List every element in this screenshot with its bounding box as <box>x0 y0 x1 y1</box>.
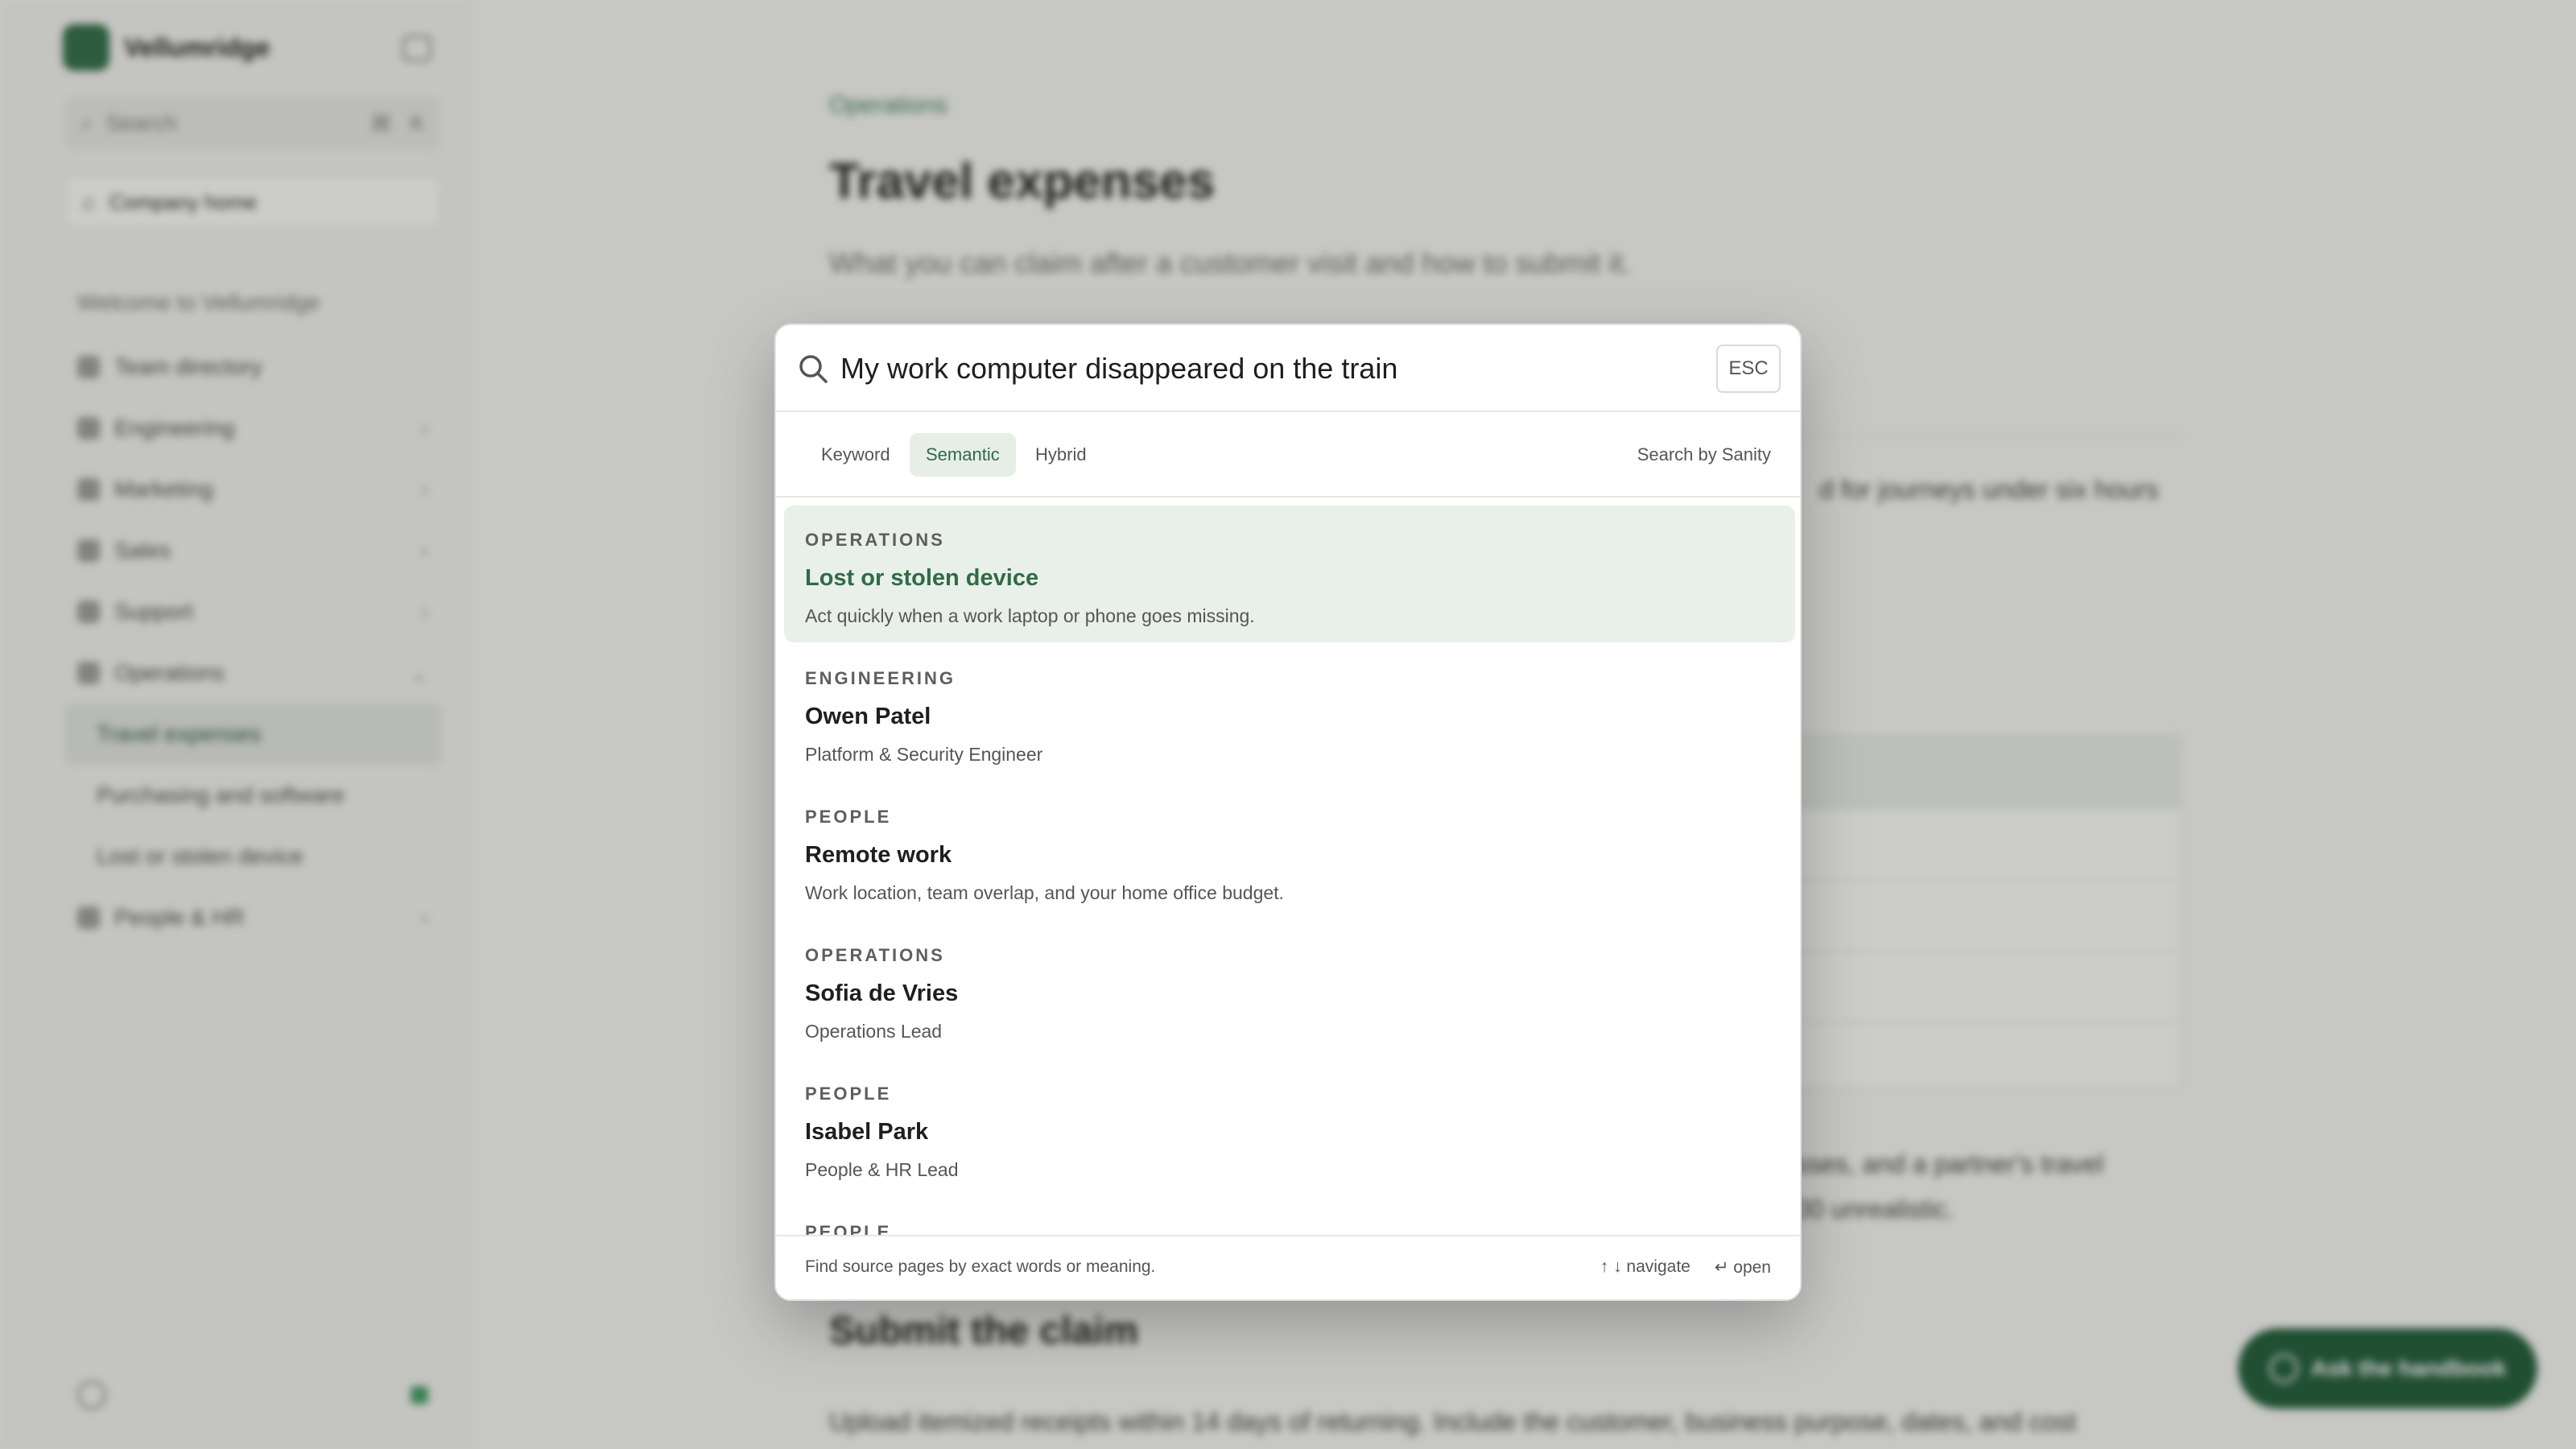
result-description: People & HR Lead <box>805 1159 959 1180</box>
result-category: PEOPLE <box>805 1084 892 1104</box>
keyboard-hints: ↑ ↓ navigate ↵ open <box>1600 1257 1771 1278</box>
search-bar: ESC <box>776 325 1800 412</box>
esc-button[interactable]: ESC <box>1716 345 1781 393</box>
search-modal: ESC Keyword Semantic Hybrid Search by Sa… <box>774 324 1802 1301</box>
result-title: Owen Patel <box>805 704 931 729</box>
result-title: Isabel Park <box>805 1119 929 1145</box>
result-description: Platform & Security Engineer <box>805 744 1043 765</box>
search-result[interactable]: PEOPLE Isabel Park People & HR Lead <box>784 1059 1795 1196</box>
result-title: Lost or stolen device <box>805 565 1039 591</box>
tab-keyword[interactable]: Keyword <box>805 433 906 477</box>
search-result[interactable]: OPERATIONS Sofia de Vries Operations Lea… <box>784 921 1795 1058</box>
result-category: ENGINEERING <box>805 668 956 688</box>
powered-by-label: Search by Sanity <box>1637 444 1771 464</box>
result-category: PEOPLE <box>805 807 892 827</box>
tab-semantic[interactable]: Semantic <box>910 433 1016 477</box>
open-hint: ↵ open <box>1714 1258 1771 1277</box>
search-icon <box>799 355 828 383</box>
search-result[interactable]: PEOPLE <box>784 1198 1795 1240</box>
search-input[interactable] <box>840 343 1678 394</box>
search-footer: Find source pages by exact words or mean… <box>776 1235 1800 1299</box>
result-title: Remote work <box>805 842 952 868</box>
result-category: OPERATIONS <box>805 945 945 965</box>
search-results: OPERATIONS Lost or stolen device Act qui… <box>776 497 1800 1240</box>
search-result[interactable]: ENGINEERING Owen Patel Platform & Securi… <box>784 644 1795 781</box>
tab-hybrid[interactable]: Hybrid <box>1019 433 1103 477</box>
search-mode-tabs: Keyword Semantic Hybrid Search by Sanity <box>776 412 1800 497</box>
result-title: Sofia de Vries <box>805 980 959 1006</box>
footer-hint: Find source pages by exact words or mean… <box>805 1257 1156 1276</box>
search-result[interactable]: OPERATIONS Lost or stolen device Act qui… <box>784 506 1795 642</box>
result-category: OPERATIONS <box>805 530 945 550</box>
result-description: Work location, team overlap, and your ho… <box>805 882 1284 903</box>
search-result[interactable]: PEOPLE Remote work Work location, team o… <box>784 782 1795 919</box>
result-description: Operations Lead <box>805 1021 943 1042</box>
navigate-hint: ↑ ↓ navigate <box>1600 1257 1690 1276</box>
result-description: Act quickly when a work laptop or phone … <box>805 605 1255 626</box>
